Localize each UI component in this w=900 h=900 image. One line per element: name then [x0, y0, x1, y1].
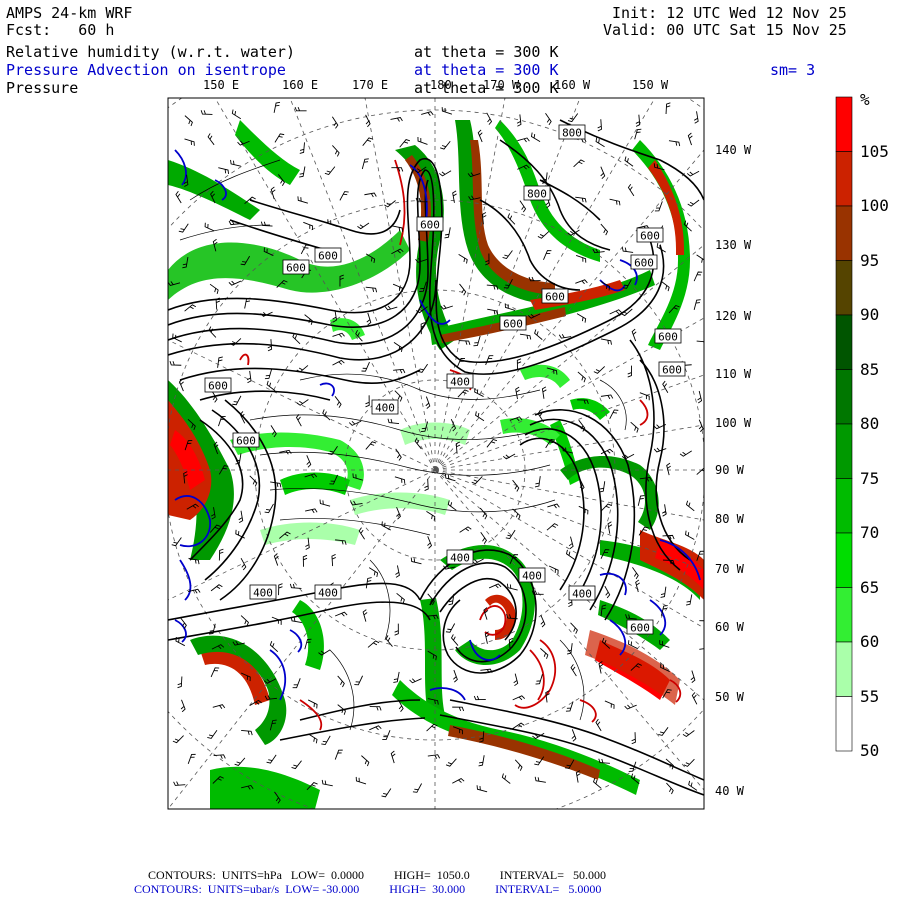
- pressure-label: 600: [545, 291, 565, 304]
- pressure-label: 600: [503, 318, 523, 331]
- colorbar-swatch: [835, 314, 853, 370]
- colorbar-swatch: [835, 151, 853, 207]
- lon-label-70w: 70 W: [715, 562, 744, 576]
- lon-label-50w: 50 W: [715, 690, 744, 704]
- colorbar-swatch: [835, 641, 853, 697]
- lon-label-180: 180: [430, 78, 452, 92]
- colorbar-swatch: [835, 478, 853, 534]
- lon-label-150e: 150 E: [203, 78, 240, 92]
- colorbar-label: 75: [860, 468, 880, 488]
- lon-label-150w: 150 W: [632, 78, 669, 92]
- colorbar-label: 105: [860, 141, 889, 161]
- colorbar-label: 65: [860, 577, 880, 597]
- lon-label-170w: 170 W: [483, 78, 520, 92]
- pressure-label: 400: [318, 587, 338, 600]
- lon-label-40w: 40 W: [715, 784, 744, 798]
- pressure-label: 600: [208, 380, 228, 393]
- lon-label-110w: 110 W: [715, 367, 752, 381]
- lon-label-80w: 80 W: [715, 512, 744, 526]
- colorbar-label: 50: [860, 741, 880, 760]
- pressure-label: 600: [286, 262, 306, 275]
- pressure-label: 400: [450, 552, 470, 565]
- colorbar-label: 80: [860, 414, 880, 433]
- colorbar-swatch: [835, 369, 853, 425]
- pressure-label: 400: [572, 588, 592, 601]
- pressure-label: 800: [562, 127, 582, 140]
- pressure-label: 800: [527, 188, 547, 201]
- weather-map-svg: 800 800 600 600 600 600 600 600 600 600 400 600 600 4…: [167, 96, 853, 810]
- pressure-label: 400: [253, 587, 273, 600]
- pressure-label: 600: [236, 435, 256, 448]
- footer-advection-contours: CONTOURS: UNITS=ubar/s LOW= -30.000 HIGH…: [134, 882, 602, 896]
- pressure-label: 600: [658, 331, 678, 344]
- lon-label-100w: 100 W: [715, 416, 752, 430]
- pressure-label: 600: [420, 219, 440, 232]
- lon-label-60w: 60 W: [715, 620, 744, 634]
- footer-pressure-contours: CONTOURS: UNITS=hPa LOW= 0.0000 HIGH= 10…: [148, 868, 606, 882]
- lon-label-160e: 160 E: [282, 78, 319, 92]
- colorbar-swatch: [835, 532, 853, 588]
- colorbar-label: 95: [860, 250, 880, 270]
- lon-label-160w: 160 W: [554, 78, 591, 92]
- lon-label-120w: 120 W: [715, 309, 752, 323]
- colorbar-label: 100: [860, 196, 889, 215]
- lon-label-170e: 170 E: [352, 78, 389, 92]
- colorbar-swatch: [835, 205, 853, 261]
- colorbar-label: 60: [860, 632, 880, 651]
- colorbar: [835, 96, 853, 752]
- colorbar-swatch: [835, 96, 853, 152]
- pressure-label: 600: [318, 250, 338, 263]
- pressure-label: 400: [375, 402, 395, 415]
- colorbar-unit: %: [860, 90, 870, 109]
- colorbar-swatch: [835, 423, 853, 479]
- lon-label-140w: 140 W: [715, 143, 752, 157]
- pressure-label: 600: [634, 257, 654, 270]
- colorbar-label: 85: [860, 359, 880, 379]
- pressure-label: 600: [662, 364, 682, 377]
- pressure-label: 400: [450, 376, 470, 389]
- colorbar-swatch: [835, 696, 853, 752]
- lon-label-130w: 130 W: [715, 238, 752, 252]
- pressure-label: 600: [640, 230, 660, 243]
- pressure-label: 400: [522, 570, 542, 583]
- colorbar-label: 90: [860, 305, 880, 324]
- lon-label-90w: 90 W: [715, 463, 744, 477]
- pressure-label: 600: [630, 622, 650, 635]
- colorbar-swatch: [835, 587, 853, 643]
- colorbar-swatch: [835, 260, 853, 316]
- colorbar-label: 55: [860, 686, 880, 706]
- colorbar-label: 70: [860, 523, 880, 542]
